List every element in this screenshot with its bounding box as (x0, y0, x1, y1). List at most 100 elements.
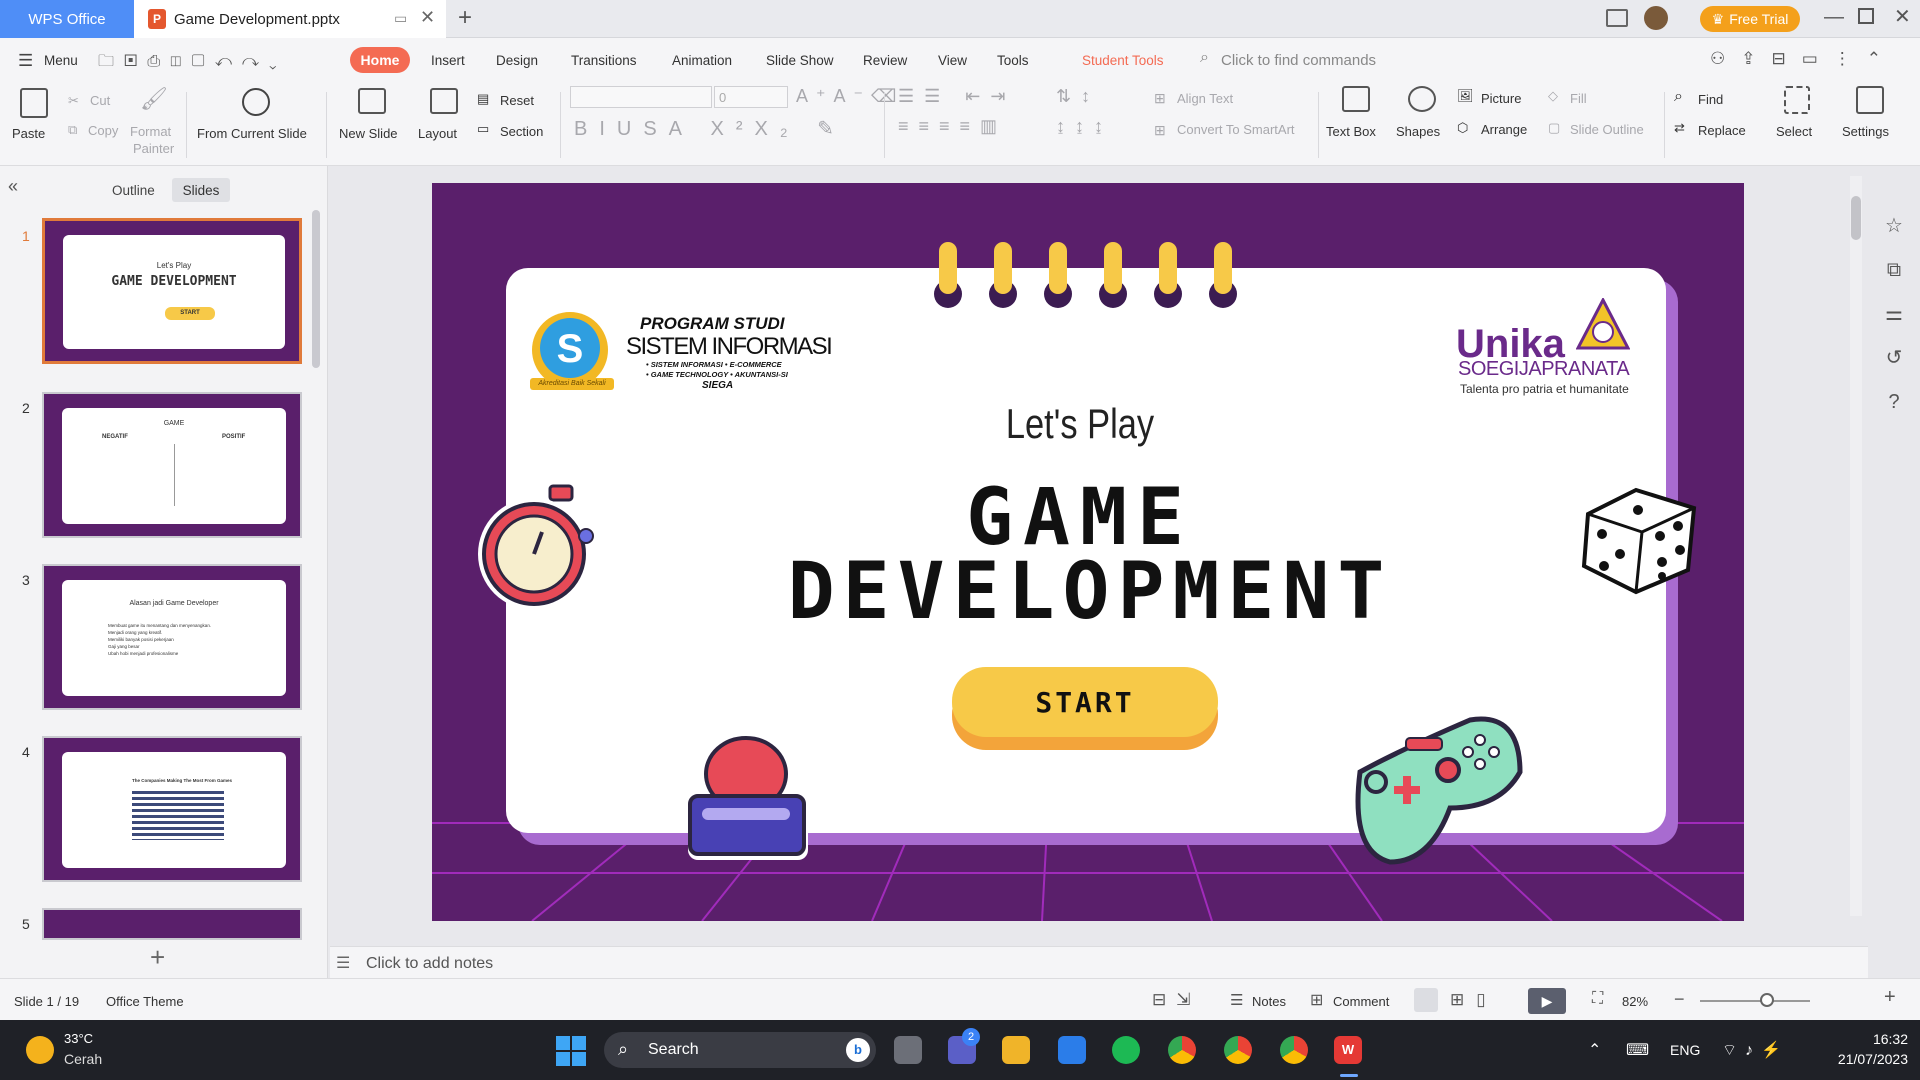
view-buttons[interactable]: ⊞▯ (1450, 990, 1498, 1010)
task-view-icon[interactable] (894, 1036, 922, 1064)
close-window-icon[interactable]: ✕ (1894, 4, 1911, 29)
tray-chevron-icon[interactable]: ⌃ (1588, 1040, 1601, 1060)
system-tray-icons[interactable]: ⌔♪⚡ (1722, 1040, 1789, 1060)
canvas-scrollbar[interactable] (1850, 176, 1862, 916)
tab-design[interactable]: Design (496, 53, 538, 68)
minimize-icon[interactable]: — (1824, 6, 1844, 29)
slide-thumbnail-3[interactable]: Alasan jadi Game Developer Membuat game … (42, 564, 302, 710)
tab-slides[interactable]: Slides (172, 178, 230, 202)
tab-student-tools[interactable]: Student Tools (1082, 53, 1164, 68)
shapes-button[interactable]: Shapes (1396, 124, 1440, 139)
bing-icon: b (846, 1038, 870, 1062)
wps-office-icon[interactable]: W (1334, 1036, 1362, 1064)
notes-toggle[interactable]: Notes (1252, 994, 1286, 1009)
align-buttons[interactable]: ≡≡≡≡▥ (898, 116, 1007, 137)
section-button[interactable]: Section (500, 124, 543, 139)
fit-window-icon[interactable]: ⛶ (1592, 990, 1603, 1008)
cut-button[interactable]: Cut (90, 93, 110, 108)
find-button[interactable]: Find (1698, 92, 1723, 107)
reset-button[interactable]: Reset (500, 93, 534, 108)
slide-thumbnail-5[interactable] (42, 908, 302, 940)
zoom-in-icon[interactable]: + (1884, 986, 1896, 1009)
slide-thumbnail-1[interactable]: Let's Play GAME DEVELOPMENT START (42, 218, 302, 364)
tab-tools[interactable]: Tools (997, 53, 1029, 68)
text-format-buttons[interactable]: BIUSA X²X₂ ✎ (574, 116, 846, 141)
slide-outline-button[interactable]: Slide Outline (1570, 122, 1644, 137)
collapse-panel-icon[interactable]: « (8, 176, 18, 197)
language-indicator[interactable]: ENG (1670, 1042, 1700, 1058)
panel-scrollbar[interactable] (312, 210, 320, 368)
normal-view-button[interactable] (1414, 988, 1438, 1012)
user-avatar[interactable] (1644, 6, 1668, 30)
quick-access-toolbar[interactable]: 🗀▣⎙◫▢↶↷⌄ (98, 50, 287, 77)
comment-button[interactable]: Comment (1333, 994, 1389, 1009)
zoom-level[interactable]: 82% (1622, 994, 1648, 1009)
window-mode-icon[interactable] (1606, 9, 1628, 27)
start-button[interactable]: START (952, 667, 1218, 737)
tab-view[interactable]: View (938, 53, 967, 68)
keyboard-icon[interactable]: ⌨ (1626, 1040, 1649, 1060)
tab-review[interactable]: Review (863, 53, 907, 68)
slide-thumbnail-4[interactable]: The Companies Making The Most From Games (42, 736, 302, 882)
play-slideshow-button[interactable]: ▶ (1528, 988, 1566, 1014)
taskbar-search[interactable]: ⌕ Search b (604, 1032, 876, 1068)
menu-button[interactable]: Menu (44, 53, 78, 68)
convert-smartart-button[interactable]: Convert To SmartArt (1177, 122, 1295, 137)
from-current-slide-button[interactable]: From Current Slide (197, 126, 307, 141)
settings-button[interactable]: Settings (1842, 124, 1889, 139)
list-buttons[interactable]: ☰☰ ⇤⇥ (898, 86, 1015, 107)
font-family-select[interactable] (570, 86, 712, 108)
wps-office-tab[interactable]: WPS Office (0, 0, 134, 38)
fill-button[interactable]: Fill (1570, 91, 1587, 106)
free-trial-button[interactable]: ♛ Free Trial (1700, 6, 1800, 32)
tab-home[interactable]: Home (350, 47, 410, 73)
layout-button[interactable]: Layout (418, 126, 457, 141)
pin-icon[interactable]: ▭ (394, 10, 407, 27)
chrome-profile-icon[interactable] (1224, 1036, 1252, 1064)
share-actions[interactable]: ⚇⇪⊟▭⋮⌃ (1710, 49, 1897, 69)
text-direction-buttons[interactable]: ⇅↕ (1056, 86, 1100, 107)
picture-button[interactable]: Picture (1481, 91, 1521, 106)
replace-button[interactable]: Replace (1698, 123, 1746, 138)
add-slide-icon[interactable]: + (150, 942, 165, 973)
maximize-icon[interactable] (1858, 8, 1874, 24)
clock-date[interactable]: 21/07/2023 (1816, 1051, 1908, 1067)
font-size-buttons[interactable]: A⁺A⁻⌫ (796, 86, 904, 107)
tab-transitions[interactable]: Transitions (571, 53, 637, 68)
tab-insert[interactable]: Insert (431, 53, 465, 68)
document-tab[interactable]: P Game Development.pptx ▭ ✕ (134, 0, 446, 38)
tab-outline[interactable]: Outline (112, 183, 155, 198)
slide-thumbnail-2[interactable]: GAME NEGATIF POSITIF (42, 392, 302, 538)
notes-pane[interactable]: ☰ Click to add notes (330, 946, 1868, 978)
windows-start-icon[interactable] (556, 1036, 586, 1066)
clock-time[interactable]: 16:32 (1830, 1031, 1908, 1047)
zoom-out-icon[interactable]: − (1674, 989, 1685, 1010)
new-slide-button[interactable]: New Slide (339, 126, 398, 141)
file-explorer-icon[interactable] (1002, 1036, 1030, 1064)
tab-slide-show[interactable]: Slide Show (766, 53, 834, 68)
chrome-icon[interactable] (1168, 1036, 1196, 1064)
hamburger-icon[interactable]: ☰ (18, 51, 33, 71)
format-painter-button[interactable]: Format (130, 124, 171, 139)
right-side-tools[interactable]: ☆ ⧉ ⚌ ↺? (1882, 204, 1906, 424)
zoom-slider[interactable] (1700, 1000, 1810, 1002)
paste-button[interactable]: Paste (12, 126, 45, 141)
zoom-slider-handle[interactable] (1760, 993, 1774, 1007)
chrome-profile-2-icon[interactable] (1280, 1036, 1308, 1064)
canvas-scroll-thumb[interactable] (1851, 196, 1861, 240)
tab-animation[interactable]: Animation (672, 53, 732, 68)
new-tab-icon[interactable]: + (458, 4, 472, 32)
text-box-button[interactable]: Text Box (1326, 124, 1376, 139)
command-search-input[interactable]: Click to find commands (1221, 52, 1376, 69)
font-size-select[interactable]: 0 (714, 86, 788, 108)
status-tools[interactable]: ⊟⇲ (1152, 990, 1201, 1010)
select-button[interactable]: Select (1776, 124, 1812, 139)
arrange-button[interactable]: Arrange (1481, 122, 1527, 137)
spacing-buttons[interactable]: ↨↨↨ (1056, 116, 1113, 137)
spotify-icon[interactable] (1112, 1036, 1140, 1064)
copy-button[interactable]: Copy (88, 123, 118, 138)
align-text-button[interactable]: Align Text (1177, 91, 1233, 106)
close-tab-icon[interactable]: ✕ (420, 7, 435, 28)
weather-icon[interactable] (26, 1036, 54, 1064)
notepad-icon[interactable] (1058, 1036, 1086, 1064)
